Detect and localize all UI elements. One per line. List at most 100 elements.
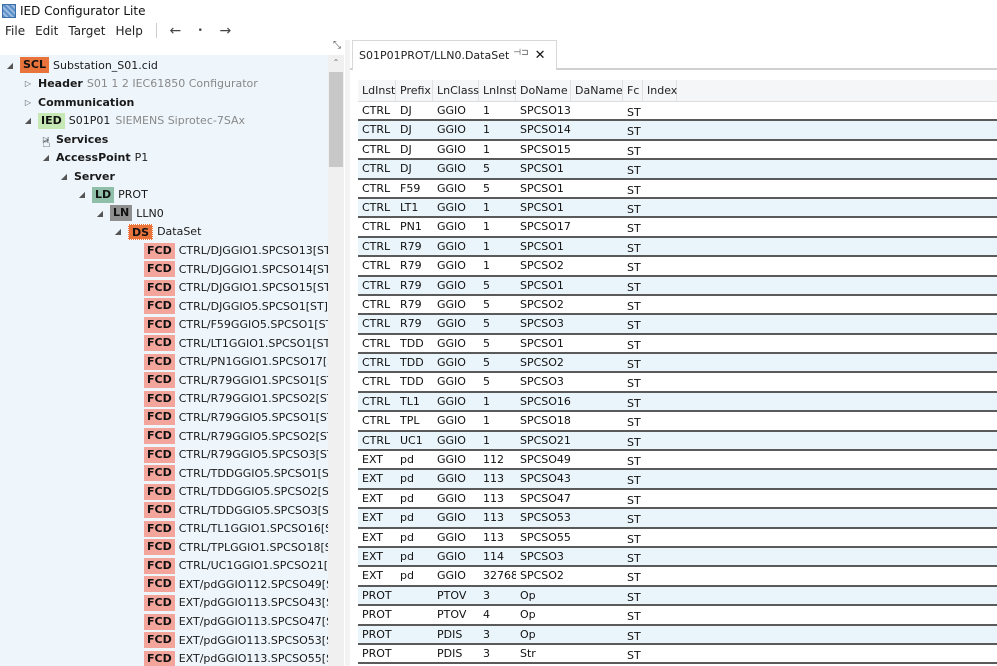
column-header-prefix[interactable]: Prefix xyxy=(396,80,433,102)
column-header-fc[interactable]: Fc xyxy=(623,80,643,102)
back-arrow-icon[interactable]: ← xyxy=(163,23,188,39)
tree-node-label: CTRL/TPLGGIO1.SPCSO18[ST] xyxy=(178,540,328,554)
tree-vertical-scrollbar[interactable]: ⌃ xyxy=(328,55,344,666)
table-row[interactable]: CTRL DJ GGIO 1 SPCSO14 ST xyxy=(358,121,997,141)
column-header-ldinst[interactable]: LdInst xyxy=(358,80,396,102)
collapse-icon[interactable]: ◢ xyxy=(22,116,34,125)
tree-node[interactable]: FCD EXT/pdGGIO113.SPCSO47[ST] xyxy=(144,613,328,631)
tree-node[interactable]: FCD CTRL/LT1GGIO1.SPCSO1[ST] xyxy=(144,334,328,352)
table-row[interactable]: CTRL R79 GGIO 5 SPCSO1 ST xyxy=(358,276,997,296)
expand-icon[interactable]: ▷ xyxy=(22,79,34,88)
close-tab-icon[interactable]: ✕ xyxy=(535,48,546,63)
expand-icon[interactable]: ▷ xyxy=(22,98,34,107)
table-row[interactable]: EXT pd GGIO 113 SPCSO47 ST xyxy=(358,489,997,510)
table-row[interactable]: CTRL R79 GGIO 1 SPCSO1 ST xyxy=(358,237,997,258)
column-header-lninst[interactable]: LnInst xyxy=(479,80,516,102)
table-row[interactable]: CTRL PN1 GGIO 1 SPCSO17 ST xyxy=(358,218,997,238)
table-row[interactable]: EXT pd GGIO 113 SPCSO53 ST xyxy=(358,509,997,529)
cell-fc: ST xyxy=(627,338,641,352)
tree-node[interactable]: FCD CTRL/TDDGGIO5.SPCSO1[ST] xyxy=(144,464,328,482)
tree-node[interactable]: FCD EXT/pdGGIO113.SPCSO43[ST] xyxy=(144,594,328,612)
tree-node[interactable]: FCD CTRL/R79GGIO5.SPCSO3[ST] xyxy=(144,446,328,464)
column-header-daname[interactable]: DaName xyxy=(571,80,623,102)
cell-daname xyxy=(571,529,623,546)
tree-node[interactable]: FCD CTRL/R79GGIO1.SPCSO2[ST] xyxy=(144,390,328,408)
collapse-pane-icon[interactable]: ⤡ xyxy=(333,40,341,51)
column-header-lnclass[interactable]: LnClass xyxy=(433,80,479,102)
tree-node[interactable]: FCD EXT/pdGGIO113.SPCSO53[ST] xyxy=(144,631,328,649)
menu-help[interactable]: Help xyxy=(110,24,147,38)
table-row[interactable]: CTRL R79 GGIO 1 SPCSO2 ST xyxy=(358,257,997,277)
tree-node[interactable]: ▷ Header S01 1 2 IEC61850 Configurator xyxy=(22,75,258,93)
tree-node[interactable]: ▷ Communication xyxy=(22,93,138,111)
collapse-icon[interactable]: ◢ xyxy=(94,209,106,218)
table-row[interactable]: CTRL R79 GGIO 5 SPCSO2 ST xyxy=(358,295,997,316)
tree-node[interactable]: ◢ LN LLN0 xyxy=(94,204,169,222)
table-row[interactable]: PROT PTOV 3 Op ST xyxy=(358,586,997,607)
collapse-icon[interactable]: ◢ xyxy=(112,227,124,236)
tree-node[interactable]: FCD CTRL/F59GGIO5.SPCSO1[ST] xyxy=(144,316,328,334)
tree-node-label: CTRL/TDDGGIO5.SPCSO2[ST] xyxy=(178,485,328,499)
cell-index xyxy=(643,218,677,235)
tree-node[interactable]: ▷ Services xyxy=(40,130,112,148)
tree-node[interactable]: FCD CTRL/DJGGIO5.SPCSO1[ST] xyxy=(144,297,328,315)
table-row[interactable]: CTRL UC1 GGIO 1 SPCSO21 ST xyxy=(358,431,997,452)
tree-node[interactable]: FCD CTRL/TL1GGIO1.SPCSO16[ST] xyxy=(144,520,328,538)
tree-node[interactable]: FCD CTRL/DJGGIO1.SPCSO14[ST] xyxy=(144,260,328,278)
table-row[interactable]: CTRL TDD GGIO 5 SPCSO1 ST xyxy=(358,334,997,355)
table-row[interactable]: CTRL DJ GGIO 1 SPCSO15 ST xyxy=(358,140,997,161)
tree-node[interactable]: FCDCTRL/UC1GGIO1.SPCSO21[ST] xyxy=(144,557,328,575)
tree-node[interactable]: FCD CTRL/DJGGIO1.SPCSO13[ST] xyxy=(144,242,328,260)
cell-index xyxy=(643,529,677,546)
tree-node[interactable]: FCD CTRL/R79GGIO1.SPCSO1[ST] xyxy=(144,371,328,389)
tree-node[interactable]: ◢ LD PROT xyxy=(76,186,153,204)
table-row[interactable]: CTRL TL1 GGIO 1 SPCSO16 ST xyxy=(358,392,997,413)
history-dropdown-icon[interactable]: • xyxy=(188,26,213,36)
tree-node[interactable]: ◢ Server xyxy=(58,167,119,185)
fcd-badge: FCD xyxy=(144,409,175,426)
table-row[interactable]: PROT PTOV 4 Op ST xyxy=(358,606,997,626)
table-row[interactable]: EXT pd GGIO 114 SPCSO3 ST xyxy=(358,547,997,568)
tree-node[interactable]: FCD EXT/pdGGIO112.SPCSO49[ST] xyxy=(144,575,328,593)
menu-edit[interactable]: Edit xyxy=(30,24,63,38)
tree-node[interactable]: FCD CTRL/R79GGIO5.SPCSO1[ST] xyxy=(144,408,328,426)
table-row[interactable]: EXT pd GGIO 113 SPCSO43 ST xyxy=(358,470,997,490)
tree-node[interactable]: ◢ IED S01P01 SIEMENS Siprotec-7SAx xyxy=(22,112,245,130)
menu-target[interactable]: Target xyxy=(63,24,110,38)
table-row[interactable]: EXT pd GGIO 32768 SPCSO2 ST xyxy=(358,567,997,587)
forward-arrow-icon[interactable]: → xyxy=(213,23,238,39)
table-row[interactable]: CTRL DJ GGIO 5 SPCSO1 ST xyxy=(358,160,997,180)
collapse-icon[interactable]: ◢ xyxy=(58,172,70,181)
table-row[interactable]: EXT pd GGIO 112 SPCSO49 ST xyxy=(358,451,997,471)
table-row[interactable]: PROT PDIS 3 Op ST xyxy=(358,625,997,645)
collapse-icon[interactable]: ◢ xyxy=(4,61,16,70)
table-row[interactable]: CTRL F59 GGIO 5 SPCSO1 ST xyxy=(358,179,997,199)
column-header-index[interactable]: Index xyxy=(643,80,677,102)
tree-node[interactable]: FCDCTRL/PN1GGIO1.SPCSO17[ST] xyxy=(144,353,328,371)
tab-dataset[interactable]: S01P01PROT/LLN0.DataSet ⊣⊐ ✕ xyxy=(352,40,557,70)
table-row[interactable]: CTRL TDD GGIO 5 SPCSO2 ST xyxy=(358,354,997,374)
tree-node[interactable]: ◢ AccessPoint P1 xyxy=(40,149,148,167)
tree-node[interactable]: FCD EXT/pdGGIO113.SPCSO55[ST] xyxy=(144,650,328,666)
table-row[interactable]: PROT PDIS 3 Str ST xyxy=(358,644,997,665)
table-row[interactable]: CTRL R79 GGIO 5 SPCSO3 ST xyxy=(358,315,997,335)
table-row[interactable]: CTRL DJ GGIO 1 SPCSO13 ST xyxy=(358,102,997,122)
scroll-up-icon[interactable]: ⌃ xyxy=(328,55,344,71)
tree-node[interactable]: FCD CTRL/TPLGGIO1.SPCSO18[ST] xyxy=(144,538,328,556)
tree-node[interactable]: FCD CTRL/R79GGIO5.SPCSO2[ST] xyxy=(144,427,328,445)
tree-node[interactable]: ◢ SCL Substation_S01.cid xyxy=(4,56,163,74)
tree-node[interactable]: ◢ DS DataSet xyxy=(112,223,206,241)
column-header-doname[interactable]: DoName xyxy=(516,80,571,102)
table-row[interactable]: CTRL LT1 GGIO 1 SPCSO1 ST xyxy=(358,198,997,219)
collapse-icon[interactable]: ◢ xyxy=(40,153,52,162)
table-row[interactable]: CTRL TPL GGIO 1 SPCSO18 ST xyxy=(358,412,997,432)
collapse-icon[interactable]: ◢ xyxy=(76,190,88,199)
menu-file[interactable]: File xyxy=(0,24,30,38)
tree-node[interactable]: FCD CTRL/TDDGGIO5.SPCSO2[ST] xyxy=(144,483,328,501)
tree-node[interactable]: FCD CTRL/TDDGGIO5.SPCSO3[ST] xyxy=(144,501,328,519)
pin-icon[interactable]: ⊣⊐ xyxy=(513,48,528,58)
tree-node[interactable]: FCD CTRL/DJGGIO1.SPCSO15[ST] xyxy=(144,279,328,297)
table-row[interactable]: EXT pd GGIO 113 SPCSO55 ST xyxy=(358,528,997,548)
table-row[interactable]: CTRL TDD GGIO 5 SPCSO3 ST xyxy=(358,373,997,393)
scrollbar-thumb[interactable] xyxy=(329,72,343,167)
